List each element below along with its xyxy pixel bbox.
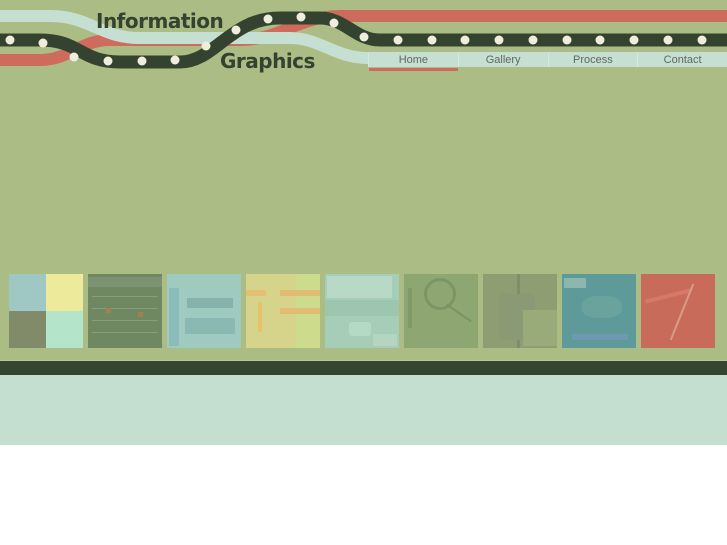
thumbnail-pale-infographic[interactable] bbox=[325, 274, 399, 348]
logo-line2: Graphics bbox=[220, 49, 315, 73]
nav-home[interactable]: Home bbox=[368, 53, 458, 71]
thumbnail-grid-chart[interactable] bbox=[483, 274, 557, 348]
footer-panel bbox=[0, 375, 727, 445]
thumbnail-yellow-checklist[interactable] bbox=[246, 274, 320, 348]
thumbnail-gallery bbox=[9, 274, 715, 348]
header-tracks: Information Graphics bbox=[0, 9, 727, 73]
nav-contact[interactable]: Contact bbox=[637, 53, 727, 67]
nav-gallery[interactable]: Gallery bbox=[457, 53, 548, 67]
thumbnail-blue-layout[interactable] bbox=[167, 274, 241, 348]
main-nav: Home Gallery Process Contact bbox=[368, 53, 727, 71]
logo-line1: Information bbox=[96, 9, 223, 33]
thumbnail-color-squares[interactable] bbox=[9, 274, 83, 348]
thumbnail-activity-chart[interactable] bbox=[88, 274, 162, 348]
dark-divider-band bbox=[0, 360, 727, 376]
main-panel: Information Graphics Home Gallery Proces… bbox=[0, 0, 727, 360]
thumbnail-blue-map[interactable] bbox=[562, 274, 636, 348]
nav-process[interactable]: Process bbox=[547, 53, 638, 67]
thumbnail-no-sign-graphic[interactable] bbox=[404, 274, 478, 348]
thumbnail-red-lightning[interactable] bbox=[641, 274, 715, 348]
